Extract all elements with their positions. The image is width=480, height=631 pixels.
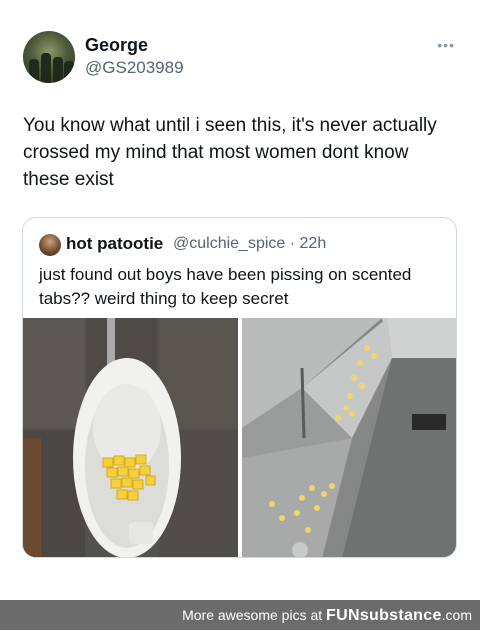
author-avatar[interactable]	[23, 31, 75, 83]
trough-urinal-photo[interactable]	[242, 318, 456, 557]
footer-prefix: More awesome pics at	[182, 607, 327, 623]
quote-author-avatar[interactable]	[39, 234, 61, 256]
footer-text: More awesome pics at FUNsubstance.com	[182, 600, 472, 631]
trough-photo-illustration	[242, 318, 456, 557]
tweet-header: George @GS203989 •••	[23, 31, 463, 83]
urinal-photo[interactable]	[23, 318, 238, 557]
quoted-tweet[interactable]: hot patootie @culchie_spice · 22h just f…	[22, 217, 457, 558]
author-name[interactable]: George	[85, 35, 148, 56]
watermark-footer: More awesome pics at FUNsubstance.com	[0, 600, 480, 630]
tweet-text: You know what until i seen this, it's ne…	[23, 115, 437, 190]
quote-author-handle[interactable]: @culchie_spice · 22h	[173, 235, 326, 253]
urinal-photo-illustration	[23, 318, 238, 557]
quote-text: just found out boys have been pissing on…	[39, 265, 412, 308]
quote-author-name[interactable]: hot patootie	[66, 234, 163, 254]
footer-brand: FUNsubstance	[326, 607, 442, 624]
footer-suffix: .com	[441, 607, 472, 623]
author-handle[interactable]: @GS203989	[85, 58, 184, 78]
more-options-icon[interactable]: •••	[437, 37, 455, 53]
